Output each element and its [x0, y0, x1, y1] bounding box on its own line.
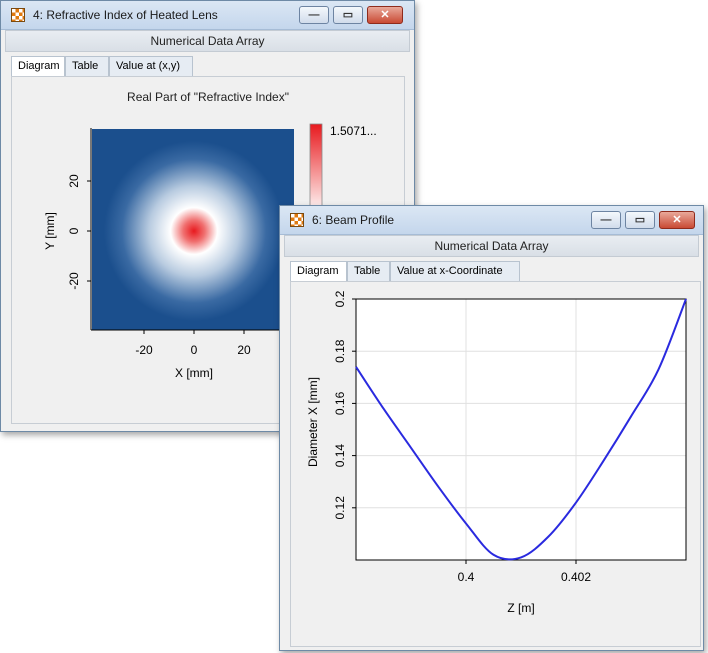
x-tick-label: 0.402 [561, 570, 591, 584]
window-title: 6: Beam Profile [312, 213, 395, 227]
window-beam-profile[interactable]: 6: Beam Profile — ▭ ✕ Numerical Data Arr… [279, 205, 704, 651]
colorbar-max-label: 1.5071... [330, 124, 377, 138]
close-icon: ✕ [672, 214, 682, 226]
plot-area [356, 299, 686, 560]
x-tick-label: 0.4 [458, 570, 475, 584]
subheader: Numerical Data Array [5, 30, 410, 52]
close-icon: ✕ [380, 9, 390, 21]
maximize-icon: ▭ [634, 214, 646, 226]
app-icon [290, 213, 304, 227]
title-bar[interactable]: 6: Beam Profile — ▭ ✕ [280, 206, 703, 235]
tab-table[interactable]: Table [347, 261, 390, 281]
y-tick-label: 0.16 [333, 391, 347, 415]
x-tick-label: 20 [237, 343, 251, 357]
y-tick-label: 0.2 [333, 290, 347, 307]
tab-diagram[interactable]: Diagram [290, 261, 347, 282]
y-tick-label: 0.14 [333, 444, 347, 468]
tab-table[interactable]: Table [65, 56, 109, 76]
subheader: Numerical Data Array [284, 235, 699, 257]
minimize-button[interactable]: — [591, 211, 621, 229]
x-axis-label: Z [m] [507, 601, 534, 615]
close-button[interactable]: ✕ [367, 6, 403, 24]
heatmap-title: Real Part of "Refractive Index" [127, 90, 289, 104]
y-tick-label: -20 [67, 272, 81, 290]
diagram-panel: Diameter X [mm] Z [m] 0.2 0.18 0.16 0.14 0.1… [290, 281, 701, 647]
maximize-button[interactable]: ▭ [333, 6, 363, 24]
close-button[interactable]: ✕ [659, 211, 695, 229]
title-bar[interactable]: 4: Refractive Index of Heated Lens — ▭ ✕ [1, 1, 414, 30]
app-icon [11, 8, 25, 22]
heatmap-peak [104, 141, 284, 321]
minimize-button[interactable]: — [299, 6, 329, 24]
y-tick-label: 20 [67, 174, 81, 188]
tab-value-at-xy[interactable]: Value at (x,y) [109, 56, 193, 76]
line-chart: Diameter X [mm] Z [m] 0.2 0.18 0.16 0.14 0.1… [306, 290, 687, 615]
tab-diagram[interactable]: Diagram [11, 56, 65, 77]
maximize-icon: ▭ [342, 9, 354, 21]
x-tick-label: 0 [191, 343, 198, 357]
y-axis-label: Y [mm] [43, 212, 57, 250]
minimize-icon: — [600, 214, 612, 226]
y-tick-label: 0.18 [333, 339, 347, 363]
x-axis-label: X [mm] [175, 366, 213, 380]
y-tick-label: 0.12 [333, 496, 347, 520]
minimize-icon: — [308, 9, 320, 21]
y-tick-label: 0 [67, 227, 81, 234]
y-axis-label: Diameter X [mm] [306, 377, 320, 467]
colorbar [309, 123, 323, 215]
window-title: 4: Refractive Index of Heated Lens [33, 8, 218, 22]
maximize-button[interactable]: ▭ [625, 211, 655, 229]
tab-value-at-x-coordinate[interactable]: Value at x-Coordinate [390, 261, 520, 281]
x-tick-label: -20 [135, 343, 153, 357]
